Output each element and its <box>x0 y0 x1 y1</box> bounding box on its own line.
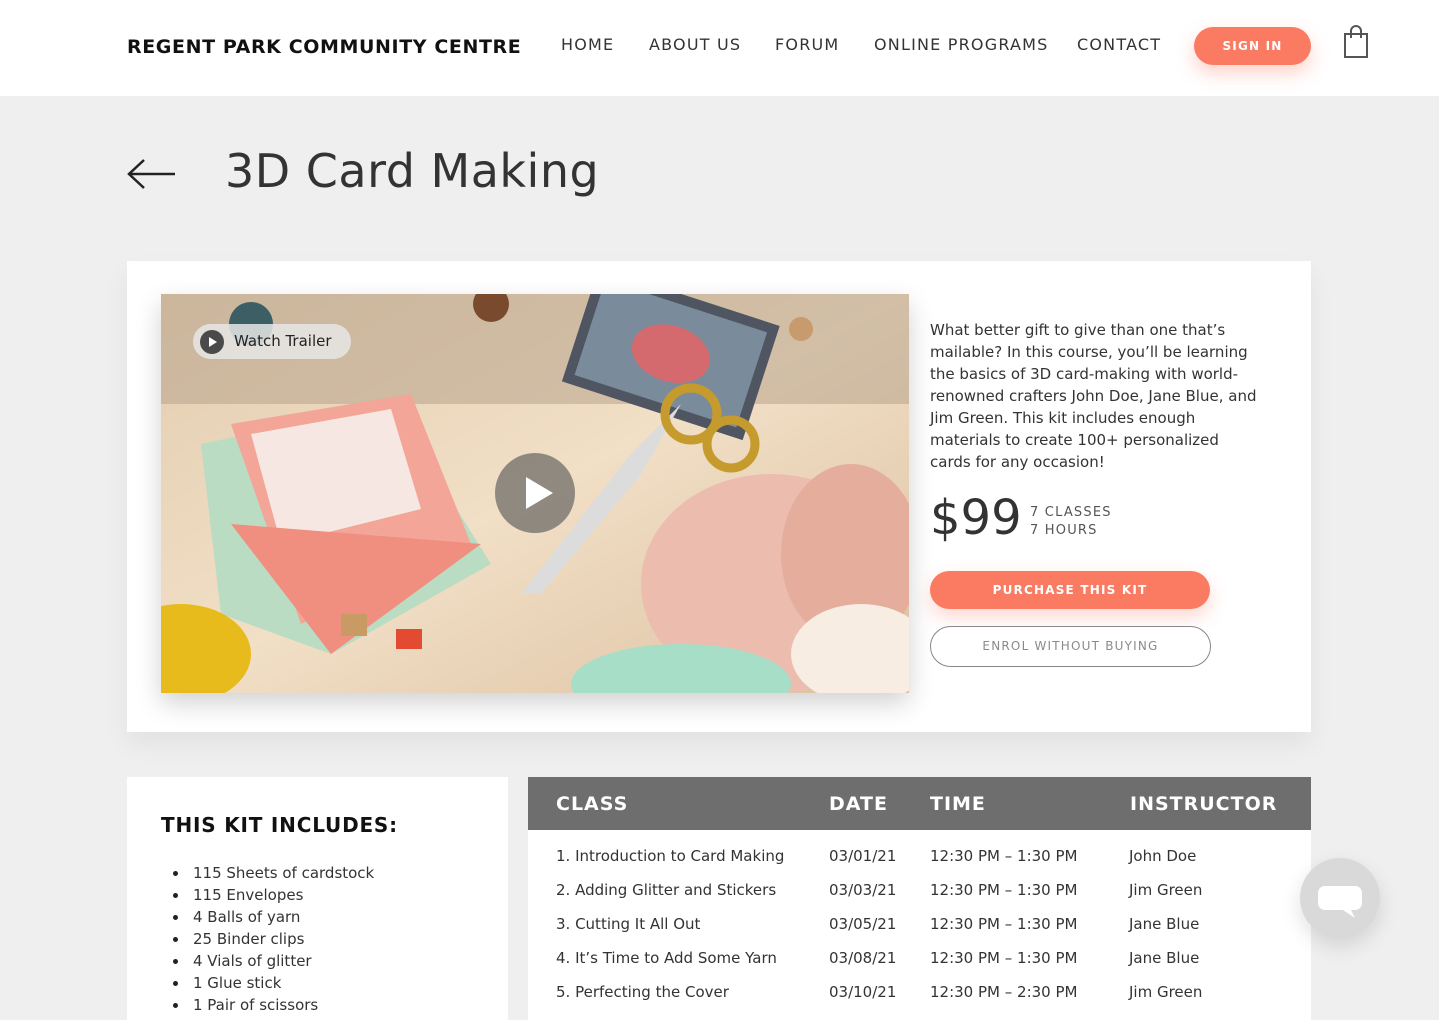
kit-items-list: 115 Sheets of cardstock 115 Envelopes 4 … <box>173 862 374 1016</box>
nav-about-us[interactable]: ABOUT US <box>649 35 741 54</box>
nav-online-programs[interactable]: ONLINE PROGRAMS <box>874 35 1049 54</box>
list-item: 4 Vials of glitter <box>173 950 374 972</box>
list-item: 115 Sheets of cardstock <box>173 862 374 884</box>
class-cell: 4. It’s Time to Add Some Yarn <box>556 949 777 967</box>
class-cell: 3. Cutting It All Out <box>556 915 701 933</box>
date-cell: 03/05/21 <box>829 915 897 933</box>
trailer-video[interactable]: Watch Trailer <box>161 294 909 693</box>
play-icon <box>200 330 224 354</box>
watch-trailer-button[interactable]: Watch Trailer <box>193 324 351 359</box>
time-cell: 12:30 PM – 1:30 PM <box>930 881 1078 899</box>
column-header-class: CLASS <box>556 793 629 815</box>
time-cell: 12:30 PM – 2:30 PM <box>930 983 1078 1001</box>
shopping-bag-icon[interactable] <box>1343 25 1369 59</box>
top-nav-bar: REGENT PARK COMMUNITY CENTRE HOME ABOUT … <box>0 0 1439 96</box>
table-row[interactable]: 2. Adding Glitter and Stickers 03/03/21 … <box>528 881 1311 915</box>
table-row[interactable]: 4. It’s Time to Add Some Yarn 03/08/21 1… <box>528 949 1311 983</box>
time-cell: 12:30 PM – 1:30 PM <box>930 915 1078 933</box>
table-row[interactable]: 3. Cutting It All Out 03/05/21 12:30 PM … <box>528 915 1311 949</box>
time-cell: 12:30 PM – 1:30 PM <box>930 847 1078 865</box>
chat-button[interactable] <box>1300 858 1380 938</box>
table-row[interactable]: 5. Perfecting the Cover 03/10/21 12:30 P… <box>528 983 1311 1017</box>
date-cell: 03/10/21 <box>829 983 897 1001</box>
date-cell: 03/01/21 <box>829 847 897 865</box>
nav-home[interactable]: HOME <box>561 35 614 54</box>
list-item: 1 Glue stick <box>173 972 374 994</box>
hour-count: 7 HOURS <box>1030 523 1098 538</box>
sign-in-button[interactable]: SIGN IN <box>1194 27 1311 65</box>
kit-includes-title: THIS KIT INCLUDES: <box>161 813 398 837</box>
instructor-cell: John Doe <box>1129 847 1197 865</box>
class-count: 7 CLASSES <box>1030 505 1112 520</box>
instructor-cell: Jim Green <box>1129 881 1203 899</box>
list-item: 4 Balls of yarn <box>173 906 374 928</box>
watch-trailer-label: Watch Trailer <box>234 332 332 350</box>
course-description: What better gift to give than one that’s… <box>930 321 1257 471</box>
class-cell: 1. Introduction to Card Making <box>556 847 785 865</box>
enrol-without-buying-button[interactable]: ENROL WITHOUT BUYING <box>930 626 1211 667</box>
column-header-date: DATE <box>829 793 888 815</box>
date-cell: 03/08/21 <box>829 949 897 967</box>
page-title: 3D Card Making <box>225 144 600 198</box>
list-item: 1 Pair of scissors <box>173 994 374 1016</box>
course-price: $99 <box>930 490 1022 546</box>
kit-includes-panel: THIS KIT INCLUDES: 115 Sheets of cardsto… <box>127 777 508 1020</box>
nav-forum[interactable]: FORUM <box>775 35 839 54</box>
instructor-cell: Jane Blue <box>1129 949 1200 967</box>
chat-bubble-icon <box>1318 886 1362 918</box>
instructor-cell: Jim Green <box>1129 983 1203 1001</box>
date-cell: 03/03/21 <box>829 881 897 899</box>
column-header-instructor: INSTRUCTOR <box>1130 793 1278 815</box>
arrow-left-icon[interactable] <box>127 158 177 190</box>
site-brand[interactable]: REGENT PARK COMMUNITY CENTRE <box>127 36 521 58</box>
column-header-time: TIME <box>930 793 986 815</box>
class-schedule-table: CLASS DATE TIME INSTRUCTOR 1. Introducti… <box>528 777 1311 1020</box>
instructor-cell: Jane Blue <box>1129 915 1200 933</box>
table-row[interactable]: 1. Introduction to Card Making 03/01/21 … <box>528 847 1311 881</box>
list-item: 25 Binder clips <box>173 928 374 950</box>
list-item: 115 Envelopes <box>173 884 374 906</box>
nav-contact[interactable]: CONTACT <box>1077 35 1161 54</box>
class-cell: 2. Adding Glitter and Stickers <box>556 881 777 899</box>
time-cell: 12:30 PM – 1:30 PM <box>930 949 1078 967</box>
class-cell: 5. Perfecting the Cover <box>556 983 729 1001</box>
play-video-icon[interactable] <box>495 453 575 533</box>
purchase-kit-button[interactable]: PURCHASE THIS KIT <box>930 571 1210 609</box>
table-header: CLASS DATE TIME INSTRUCTOR <box>528 777 1311 830</box>
